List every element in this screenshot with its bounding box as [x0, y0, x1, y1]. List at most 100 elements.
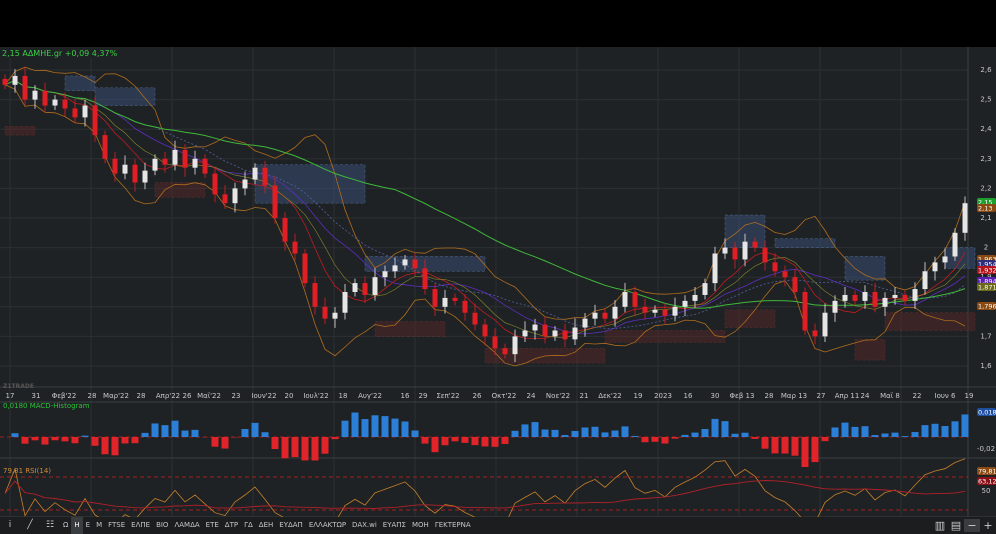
symbol-tab[interactable]: ΔΕΗ — [256, 517, 276, 534]
candle-down — [92, 105, 98, 136]
supply-zone — [94, 87, 156, 106]
candle-up — [572, 327, 578, 340]
symbol-tab[interactable]: ΒΙΟ — [153, 517, 171, 534]
candle-up — [152, 158, 158, 171]
price-chart[interactable]: 2,62,52,42,32,22,121,91,81,71,6 1731Φεβ'… — [0, 47, 996, 517]
symbol-tab[interactable]: ΕΥΔΑΠ — [276, 517, 306, 534]
candle-up — [862, 292, 868, 301]
grid-icon[interactable]: ☷ — [40, 517, 60, 534]
candle-down — [2, 78, 8, 85]
macd-bar — [131, 437, 139, 444]
macd-bar — [751, 437, 759, 439]
info-icon[interactable]: i — [0, 517, 20, 534]
symbol-tab[interactable]: Ε — [83, 517, 93, 534]
candle-down — [62, 99, 68, 109]
macd-bar — [11, 433, 19, 437]
symbol-tab[interactable]: Μ — [93, 517, 105, 534]
time-tick-label: Μαϊ 8 — [880, 392, 900, 400]
time-tick-label: 19 — [965, 392, 974, 400]
macd-bar — [741, 432, 749, 437]
zoom-out-button[interactable]: − — [964, 519, 980, 532]
candle-down — [732, 247, 738, 260]
symbol-tab[interactable]: ΕΥΑΠΣ — [380, 517, 409, 534]
time-tick-label: Μαϊ'22 — [197, 392, 221, 400]
candle-down — [762, 247, 768, 263]
candle-up — [342, 292, 348, 313]
macd-bar — [81, 435, 89, 437]
macd-bar — [581, 427, 589, 437]
candle-up — [352, 283, 358, 292]
draw-line-icon[interactable]: ╱ — [20, 517, 40, 534]
macd-bar — [921, 425, 929, 437]
symbol-tab[interactable]: ΕΤΕ — [203, 517, 222, 534]
macd-bar — [311, 437, 319, 461]
candle-up — [622, 292, 628, 307]
symbol-tab[interactable]: Ω — [60, 517, 71, 534]
candle-up — [702, 283, 708, 295]
price-tick-label: 1,6 — [980, 362, 992, 370]
candle-up — [722, 247, 728, 254]
candle-down — [162, 158, 168, 165]
supply-zone — [254, 164, 366, 204]
macd-bar — [241, 429, 249, 437]
macd-bar — [391, 418, 399, 437]
macd-bar — [221, 437, 229, 449]
chart-type-icon[interactable]: ▥ — [932, 519, 948, 532]
time-tick-label: 26 — [473, 392, 482, 400]
macd-tag-text: 0,0180 — [978, 409, 996, 417]
candle-down — [282, 218, 288, 242]
candle-down — [312, 283, 318, 307]
candle-down — [212, 173, 218, 195]
time-tick-label: 20 — [285, 392, 294, 400]
macd-bar — [701, 428, 709, 437]
zoom-in-button[interactable]: + — [980, 519, 996, 532]
candle-down — [412, 259, 418, 269]
rsi-axis-label: 50 — [982, 487, 991, 495]
symbol-tab[interactable]: ΜΟΗ — [409, 517, 432, 534]
macd-bar — [421, 437, 429, 444]
symbol-tab[interactable]: ΓΕΚΤΕΡΝΑ — [432, 517, 474, 534]
symbol-tab[interactable]: ΛΑΜΔΑ — [171, 517, 202, 534]
candle-up — [192, 158, 198, 168]
demand-zone — [724, 309, 776, 328]
macd-bar — [181, 430, 189, 437]
symbol-tab[interactable]: DAX.wi — [349, 517, 380, 534]
macd-bar — [151, 423, 159, 437]
time-tick-label: Νοε'22 — [546, 392, 570, 400]
macd-bar — [851, 426, 859, 437]
price-tick-label: 2,5 — [980, 96, 991, 104]
symbol-tab[interactable]: ΓΔ — [241, 517, 256, 534]
symbol-tab[interactable]: Η — [71, 517, 83, 534]
price-tag-text: 1,8713 — [978, 284, 996, 292]
symbol-tab[interactable]: FTSE — [105, 517, 128, 534]
supply-zone — [64, 75, 96, 92]
time-tick-label: Ιουλ'22 — [303, 392, 328, 400]
macd-bar — [771, 437, 779, 454]
macd-bar — [551, 429, 559, 437]
demand-zone — [4, 125, 36, 136]
candle-down — [642, 306, 648, 313]
candle-down — [222, 194, 228, 204]
time-tick-label: 31 — [32, 392, 41, 400]
macd-bar — [101, 437, 109, 455]
candle-down — [782, 271, 788, 278]
candle-up — [32, 90, 38, 100]
symbol-tab[interactable]: ΕΛΠΕ — [128, 517, 153, 534]
candle-down — [422, 268, 428, 290]
time-tick-label: 27 — [817, 392, 826, 400]
macd-bar — [461, 437, 469, 443]
supply-zone — [944, 247, 976, 269]
macd-label: 0,0180 MACD-Histogram — [3, 402, 90, 410]
macd-bar — [301, 437, 309, 461]
macd-bar — [51, 437, 59, 441]
candle-down — [752, 241, 758, 248]
symbol-tab[interactable]: ΕΛΛΑΚΤΩΡ — [306, 517, 349, 534]
macd-bar — [521, 424, 529, 437]
symbol-tab[interactable]: ΔΤΡ — [222, 517, 241, 534]
macd-bar — [471, 437, 479, 446]
macd-bar — [761, 437, 769, 449]
bar-chart-icon[interactable]: ▤ — [948, 519, 964, 532]
time-tick-label: Σεπ'22 — [436, 392, 459, 400]
candle-up — [932, 262, 938, 272]
candle-up — [442, 297, 448, 307]
